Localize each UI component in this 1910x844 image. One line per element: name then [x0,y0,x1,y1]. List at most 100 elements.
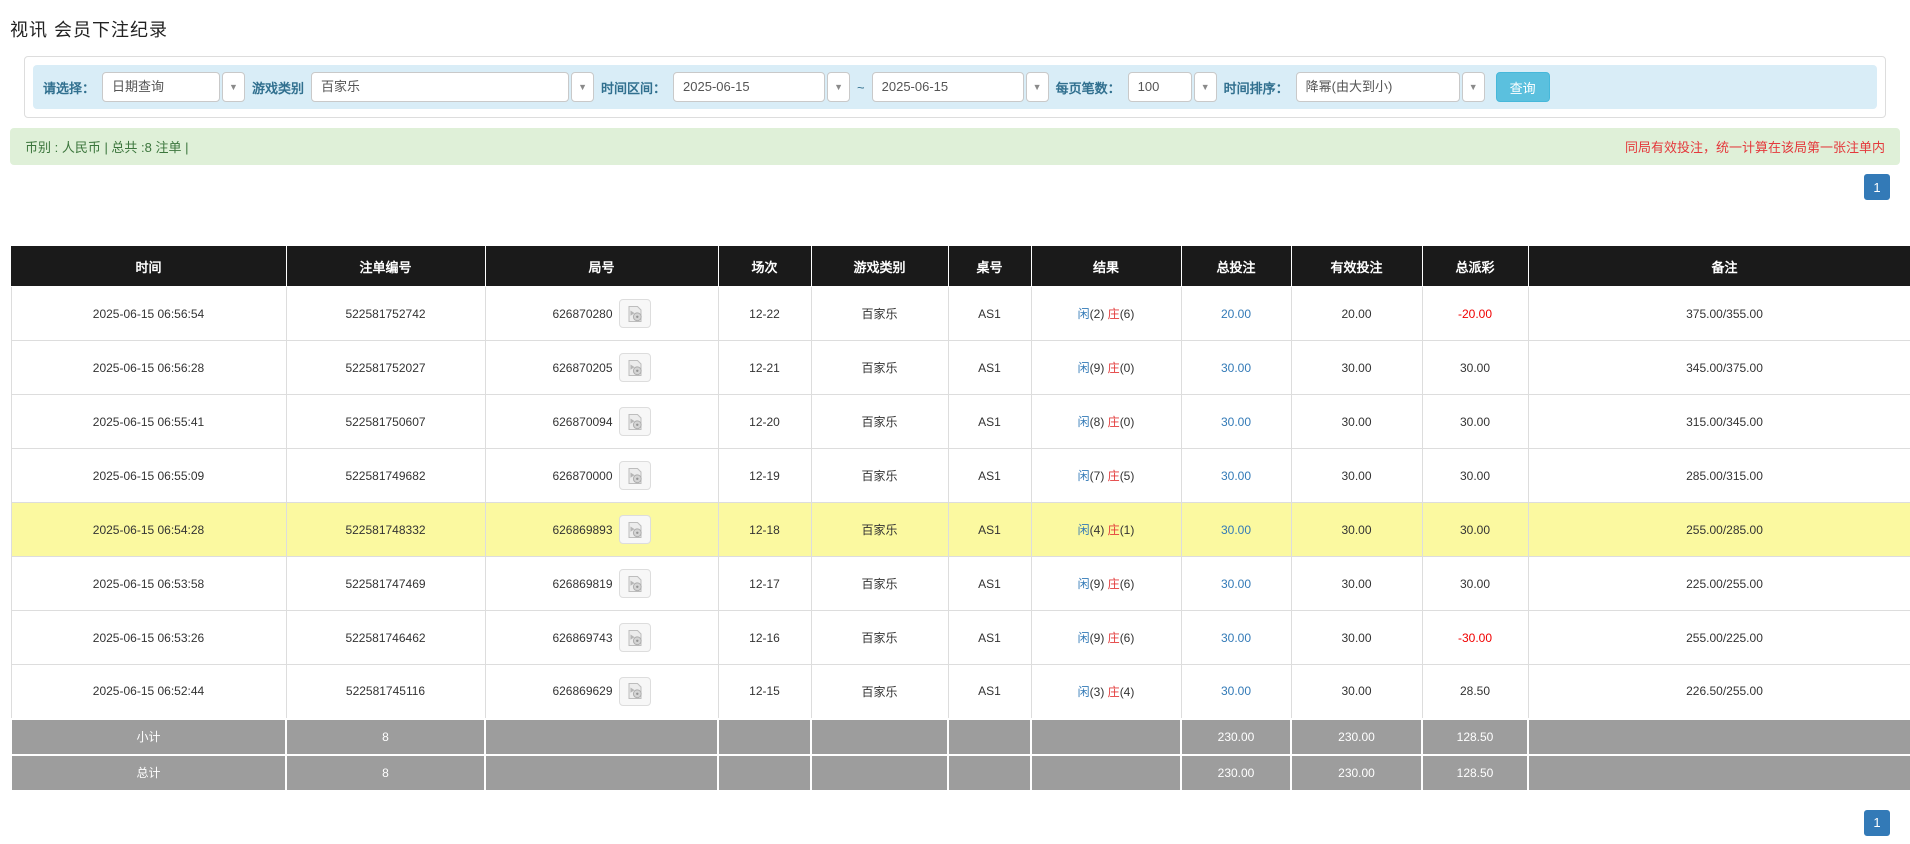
video-replay-button[interactable] [619,299,651,328]
bet-records-table: 时间注单编号局号场次游戏类别桌号结果总投注有效投注总派彩备注 2025-06-1… [10,246,1910,792]
cell-result: 闲(2) 庄(6) [1031,287,1181,341]
video-replay-button[interactable] [619,515,651,544]
table-head-row: 时间注单编号局号场次游戏类别桌号结果总投注有效投注总派彩备注 [11,247,1910,287]
round-id-text: 626869893 [552,523,612,537]
date-to-value[interactable]: 2025-06-15 [872,72,1024,102]
total-bet-link[interactable]: 30.00 [1221,415,1251,429]
cell-game-type: 百家乐 [811,341,948,395]
subtotal-count: 8 [286,719,485,755]
result-player-label: 闲 [1078,361,1090,375]
total-bet-link[interactable]: 30.00 [1221,361,1251,375]
cell-payout: 30.00 [1422,341,1528,395]
date-from-value[interactable]: 2025-06-15 [673,72,825,102]
total-bet-link[interactable]: 30.00 [1221,631,1251,645]
cell-note: 315.00/345.00 [1528,395,1910,449]
cell-result: 闲(9) 庄(6) [1031,611,1181,665]
chevron-down-icon[interactable]: ▼ [222,72,245,102]
page-size-value[interactable]: 100 [1128,72,1192,102]
column-header: 场次 [718,247,811,287]
total-bet-link[interactable]: 30.00 [1221,684,1251,698]
search-button[interactable]: 查询 [1496,72,1550,102]
video-icon [626,305,644,323]
result-banker-points: (0) [1120,415,1135,429]
cell-bet-id: 522581745116 [286,665,485,719]
chevron-down-icon[interactable]: ▼ [1462,72,1485,102]
grand-total-count: 8 [286,755,485,791]
table-row: 2025-06-15 06:53:26 522581746462 6268697… [11,611,1910,665]
cell-session: 12-21 [718,341,811,395]
time-sort-select[interactable]: 降幂(由大到小) ▼ [1296,72,1485,102]
cell-total-bet: 30.00 [1181,665,1291,719]
video-replay-button[interactable] [619,407,651,436]
cell-session: 12-17 [718,557,811,611]
cell-table-no: AS1 [948,665,1031,719]
grand-total-payout: 128.50 [1422,755,1528,791]
cell-round-id: 626869893 [485,503,718,557]
video-replay-button[interactable] [619,623,651,652]
cell-time: 2025-06-15 06:53:26 [11,611,286,665]
result-banker-points: (0) [1120,361,1135,375]
cell-round-id: 626869819 [485,557,718,611]
cell-session: 12-18 [718,503,811,557]
chevron-down-icon[interactable]: ▼ [827,72,850,102]
cell-result: 闲(9) 庄(6) [1031,557,1181,611]
date-from-select[interactable]: 2025-06-15 ▼ [673,72,850,102]
round-id-text: 626870094 [552,415,612,429]
cell-round-id: 626869743 [485,611,718,665]
page-number-button[interactable]: 1 [1864,174,1890,200]
cell-game-type: 百家乐 [811,449,948,503]
result-banker-points: (6) [1120,307,1135,321]
result-player-label: 闲 [1078,685,1090,699]
notice-text: 同局有效投注，统一计算在该局第一张注单内 [1625,137,1885,156]
cell-valid-bet: 30.00 [1291,557,1422,611]
table-body: 2025-06-15 06:56:54 522581752742 6268702… [11,287,1910,719]
chevron-down-icon[interactable]: ▼ [1194,72,1217,102]
column-header: 备注 [1528,247,1910,287]
cell-total-bet: 30.00 [1181,449,1291,503]
result-banker-label: 庄 [1108,685,1120,699]
cell-round-id: 626869629 [485,665,718,719]
total-bet-link[interactable]: 30.00 [1221,577,1251,591]
column-header: 游戏类别 [811,247,948,287]
result-banker-points: (1) [1120,523,1135,537]
cell-payout: -30.00 [1422,611,1528,665]
cell-game-type: 百家乐 [811,395,948,449]
result-banker-label: 庄 [1108,361,1120,375]
video-icon [626,629,644,647]
range-separator: ~ [857,80,865,95]
cell-game-type: 百家乐 [811,665,948,719]
cell-valid-bet: 30.00 [1291,395,1422,449]
video-replay-button[interactable] [619,677,651,706]
cell-valid-bet: 30.00 [1291,449,1422,503]
result-banker-points: (4) [1120,685,1135,699]
chevron-down-icon[interactable]: ▼ [1026,72,1049,102]
video-icon [626,682,644,700]
time-sort-value[interactable]: 降幂(由大到小) [1296,72,1460,102]
video-replay-button[interactable] [619,353,651,382]
video-replay-button[interactable] [619,461,651,490]
table-row: 2025-06-15 06:55:41 522581750607 6268700… [11,395,1910,449]
cell-table-no: AS1 [948,287,1031,341]
cell-round-id: 626870280 [485,287,718,341]
cell-result: 闲(7) 庄(5) [1031,449,1181,503]
game-type-value[interactable]: 百家乐 [311,72,569,102]
grand-total-valid-bet: 230.00 [1291,755,1422,791]
game-type-select[interactable]: 百家乐 ▼ [311,72,594,102]
result-player-points: (9) [1090,577,1105,591]
query-type-value[interactable]: 日期查询 [102,72,220,102]
video-replay-button[interactable] [619,569,651,598]
query-type-select[interactable]: 日期查询 ▼ [102,72,245,102]
chevron-down-icon[interactable]: ▼ [571,72,594,102]
page-number-button[interactable]: 1 [1864,810,1890,836]
round-id-text: 626870280 [552,307,612,321]
total-bet-link[interactable]: 20.00 [1221,307,1251,321]
total-bet-link[interactable]: 30.00 [1221,523,1251,537]
page-root: 视讯 会员下注纪录 请选择： 日期查询 ▼ 游戏类别 百家乐 ▼ 时间区间： 2… [0,0,1910,836]
total-bet-link[interactable]: 30.00 [1221,469,1251,483]
page-size-select[interactable]: 100 ▼ [1128,72,1217,102]
date-to-select[interactable]: 2025-06-15 ▼ [872,72,1049,102]
table-row: 2025-06-15 06:52:44 522581745116 6268696… [11,665,1910,719]
cell-round-id: 626870205 [485,341,718,395]
result-player-label: 闲 [1078,469,1090,483]
video-icon [626,467,644,485]
